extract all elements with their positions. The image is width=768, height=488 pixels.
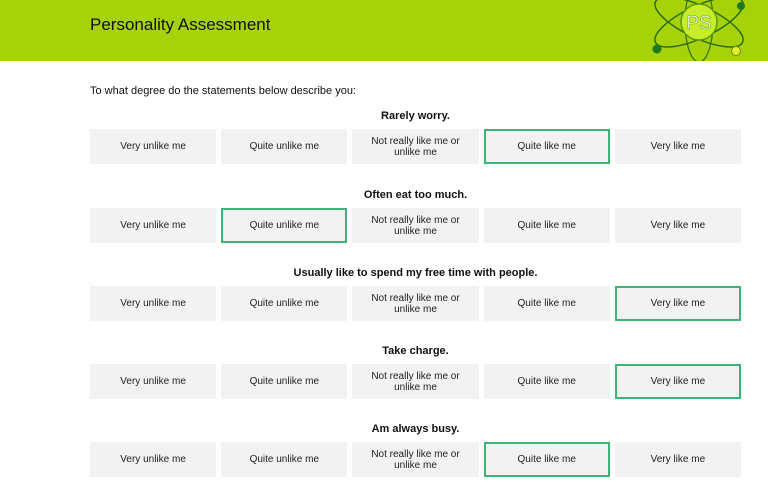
answer-option-button[interactable]: Very unlike me — [90, 364, 217, 399]
header-bar: Personality Assessment PS — [0, 0, 768, 61]
question-text: Usually like to spend my free time with … — [293, 267, 538, 279]
answer-option-button[interactable]: Very unlike me — [90, 286, 217, 321]
answer-option-button[interactable]: Quite unlike me — [221, 129, 348, 164]
question-block: Rarely worry. Very unlike me Quite unlike … — [90, 109, 742, 164]
question-block: Usually like to spend my free time with … — [90, 266, 742, 321]
answer-options: Very unlike me Quite unlike me Not really … — [90, 442, 742, 477]
answer-option-button[interactable]: Very unlike me — [90, 208, 217, 243]
answer-options: Very unlike me Quite unlike me Not really … — [90, 129, 742, 164]
question-block: Take charge. Very unlike me Quite unlike m… — [90, 344, 742, 399]
answer-option-button[interactable]: Not really like me or unlike me — [352, 129, 479, 164]
answer-options: Very unlike me Quite unlike me Not really … — [90, 364, 742, 399]
answer-option-button[interactable]: Not really like me or unlike me — [352, 442, 479, 477]
answer-options: Very unlike me Quite unlike me Not really … — [90, 208, 742, 243]
answer-option-button[interactable]: Quite like me — [483, 129, 610, 164]
answer-option-button[interactable]: Very like me — [614, 286, 742, 321]
answer-option-button[interactable]: Quite unlike me — [221, 364, 348, 399]
answer-option-button[interactable]: Not really like me or unlike me — [352, 286, 479, 321]
answer-option-button[interactable]: Very like me — [614, 208, 742, 243]
answer-option-button[interactable]: Quite unlike me — [221, 442, 348, 477]
answer-option-button[interactable]: Very unlike me — [90, 129, 217, 164]
answer-option-button[interactable]: Not really like me or unlike me — [352, 364, 479, 399]
answer-option-button[interactable]: Not really like me or unlike me — [352, 208, 479, 243]
answer-option-button[interactable]: Very like me — [614, 364, 742, 399]
atom-logo-icon: PS — [652, 0, 745, 61]
answer-option-button[interactable]: Very like me — [614, 442, 742, 477]
svg-text:PS: PS — [686, 13, 711, 34]
answer-option-button[interactable]: Quite like me — [483, 364, 610, 399]
question-text: Am always busy. — [371, 423, 460, 435]
question-text: Rarely worry. — [381, 110, 450, 122]
answer-option-button[interactable]: Quite like me — [483, 442, 610, 477]
answer-option-button[interactable]: Quite unlike me — [221, 208, 348, 243]
answer-options: Very unlike me Quite unlike me Not really … — [90, 286, 742, 321]
answer-option-button[interactable]: Very like me — [614, 129, 742, 164]
answer-option-button[interactable]: Very unlike me — [90, 442, 217, 477]
intro-text: To what degree do the statements below d… — [90, 85, 356, 97]
question-text: Often eat too much. — [363, 189, 468, 201]
answer-option-button[interactable]: Quite unlike me — [221, 286, 348, 321]
question-block: Am always busy. Very unlike me Quite unlik… — [90, 422, 742, 477]
answer-option-button[interactable]: Quite like me — [483, 208, 610, 243]
question-text: Take charge. — [382, 345, 449, 357]
page-title: Personality Assessment — [90, 15, 271, 34]
answer-option-button[interactable]: Quite like me — [483, 286, 610, 321]
question-block: Often eat too much. Very unlike me Quite u… — [90, 188, 742, 243]
